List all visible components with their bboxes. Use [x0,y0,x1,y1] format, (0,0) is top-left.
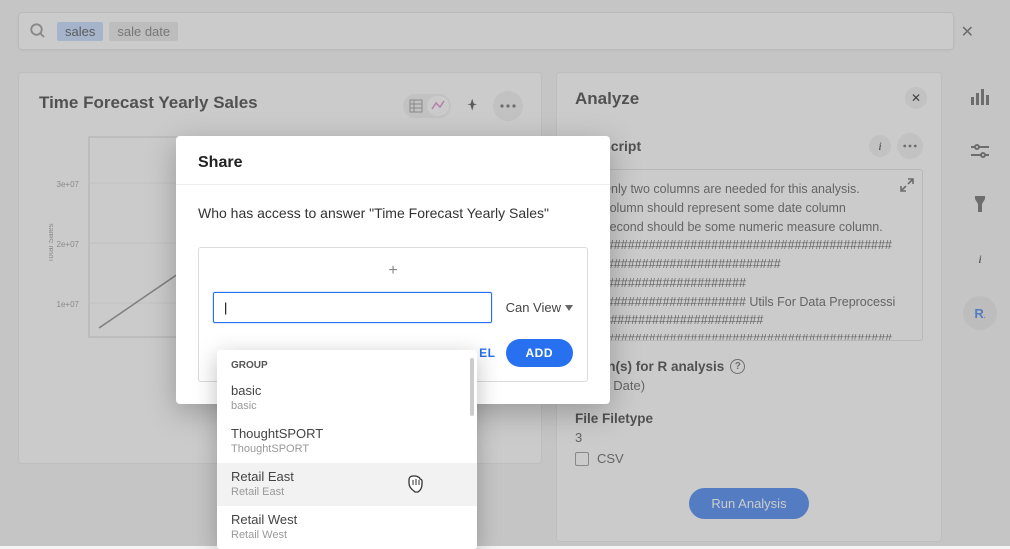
cancel-button[interactable]: EL [479,339,495,367]
scrollbar[interactable] [470,358,474,416]
chevron-down-icon [565,305,573,311]
dropdown-item[interactable]: Retail West Retail West [217,506,477,549]
access-text: Who has access to answer "Time Forecast … [198,205,588,221]
plus-icon[interactable]: + [213,262,573,280]
share-input[interactable] [213,292,492,323]
dropdown-header: GROUP [217,350,477,377]
permission-select[interactable]: Can View [506,300,573,315]
group-dropdown: GROUP basic basic ThoughtSPORT ThoughtSP… [217,350,477,549]
dropdown-item[interactable]: ThoughtSPORT ThoughtSPORT [217,420,477,463]
add-button[interactable]: ADD [506,339,574,367]
dropdown-item[interactable]: Retail East Retail East [217,463,477,506]
modal-title: Share [176,136,610,185]
dropdown-item[interactable]: basic basic [217,377,477,420]
